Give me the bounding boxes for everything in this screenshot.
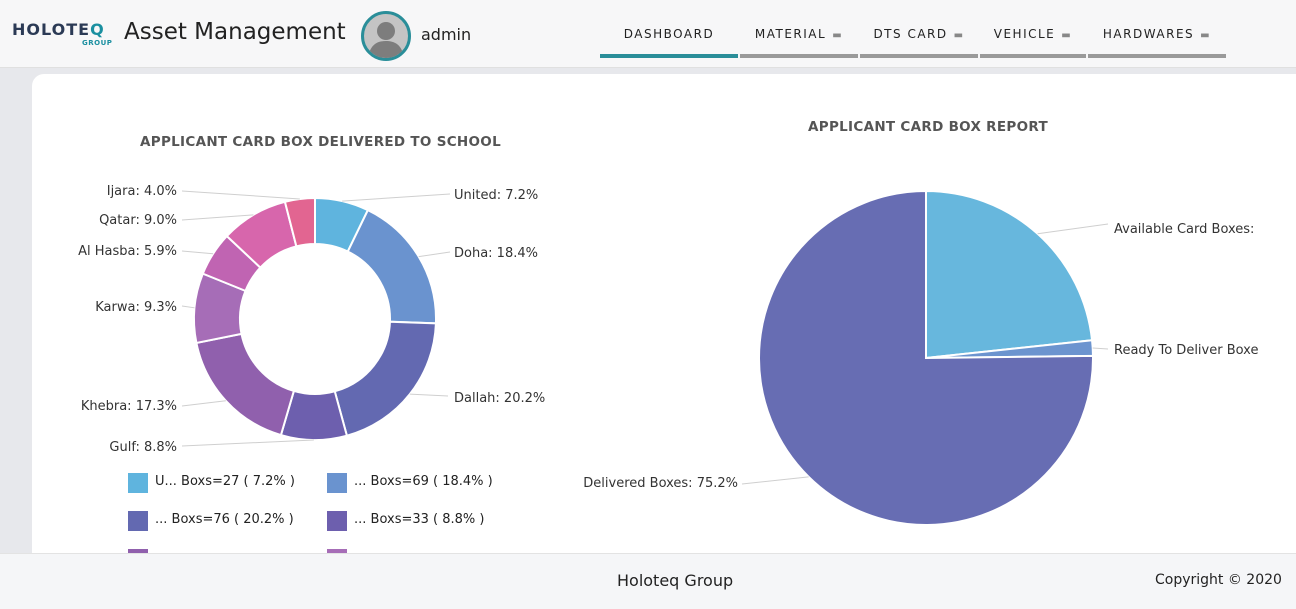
- legend-swatch: [327, 473, 347, 493]
- slice-label: Qatar: 9.0%: [99, 213, 177, 228]
- leader-line: [1037, 223, 1109, 235]
- slice-dallah: [333, 320, 437, 437]
- leader-line: [181, 214, 254, 221]
- footer-copyright: Copyright © 2020: [1155, 572, 1282, 588]
- leader-line: [418, 251, 451, 258]
- nav-dashboard[interactable]: DASHBOARD: [600, 20, 738, 58]
- slice-label: Doha: 18.4%: [454, 246, 538, 261]
- slice-label: Gulf: 8.8%: [109, 440, 177, 455]
- chevron-down-icon: ▬: [1200, 30, 1212, 41]
- main-nav: DASHBOARD MATERIAL ▬ DTS CARD ▬ VEHICLE ▬ H…: [600, 20, 1228, 58]
- app-title: Asset Management: [124, 19, 346, 45]
- app-footer: Holoteq Group Copyright © 2020: [0, 553, 1296, 609]
- leader-line: [181, 439, 314, 447]
- footer-company: Holoteq Group: [617, 571, 734, 590]
- nav-vehicle-label: VEHICLE: [993, 27, 1056, 41]
- slice-label: Karwa: 9.3%: [95, 300, 177, 315]
- logo-wordmark: HOLOTEQ: [12, 20, 105, 39]
- holoteq-logo[interactable]: HOLOTEQ GROUP: [12, 20, 112, 50]
- dashboard-card: APPLICANT CARD BOX DELIVERED TO SCHOOL A…: [32, 74, 1296, 569]
- chevron-down-icon: ▬: [1061, 30, 1073, 41]
- legend-label: ... Boxs=76 ( 20.2% ): [155, 512, 294, 527]
- nav-hardwares-label: HARDWARES: [1102, 27, 1195, 41]
- legend-label: U... Boxs=27 ( 7.2% ): [155, 474, 295, 489]
- slice-doha: [346, 208, 437, 325]
- nav-material[interactable]: MATERIAL ▬: [740, 20, 858, 58]
- avatar[interactable]: [361, 11, 411, 61]
- slice-label: Available Card Boxes:: [1114, 222, 1254, 237]
- nav-hardwares[interactable]: HARDWARES ▬: [1088, 20, 1226, 58]
- legend-swatch: [327, 511, 347, 531]
- slice-khebra: [195, 332, 296, 437]
- leader-line: [181, 250, 214, 255]
- nav-material-label: MATERIAL: [754, 27, 827, 41]
- leader-line: [181, 190, 300, 200]
- nav-dashboard-label: DASHBOARD: [623, 27, 715, 41]
- chevron-down-icon: ▬: [832, 30, 844, 41]
- legend-label: ... Boxs=33 ( 8.8% ): [354, 512, 485, 527]
- slice-label: United: 7.2%: [454, 188, 538, 203]
- user-icon: [368, 22, 404, 58]
- slice-available-card-boxes: [925, 189, 1094, 360]
- logo-subtext: GROUP: [82, 39, 113, 47]
- slice-label: Ijara: 4.0%: [107, 184, 177, 199]
- chevron-down-icon: ▬: [953, 30, 965, 41]
- leader-line: [342, 193, 451, 202]
- legend-label: ... Boxs=69 ( 18.4% ): [354, 474, 493, 489]
- leader-line: [181, 305, 195, 309]
- app-header: HOLOTEQ GROUP Asset Management admin DAS…: [0, 0, 1296, 68]
- slice-label: Khebra: 17.3%: [81, 399, 177, 414]
- leader-line: [1092, 347, 1109, 350]
- username[interactable]: admin: [421, 25, 471, 44]
- nav-vehicle[interactable]: VEHICLE ▬: [980, 20, 1086, 58]
- slice-label: Delivered Boxes: 75.2%: [583, 476, 738, 491]
- leader-line: [741, 476, 809, 485]
- slice-label: Ready To Deliver Boxe: [1114, 343, 1258, 358]
- legend-swatch: [128, 511, 148, 531]
- leader-line: [409, 393, 449, 397]
- slice-label: Dallah: 20.2%: [454, 391, 545, 406]
- nav-dts-card[interactable]: DTS CARD ▬: [860, 20, 978, 58]
- legend-swatch: [128, 473, 148, 493]
- nav-dts-card-label: DTS CARD: [873, 27, 948, 41]
- leader-line: [181, 400, 226, 407]
- slice-label: Al Hasba: 5.9%: [78, 244, 177, 259]
